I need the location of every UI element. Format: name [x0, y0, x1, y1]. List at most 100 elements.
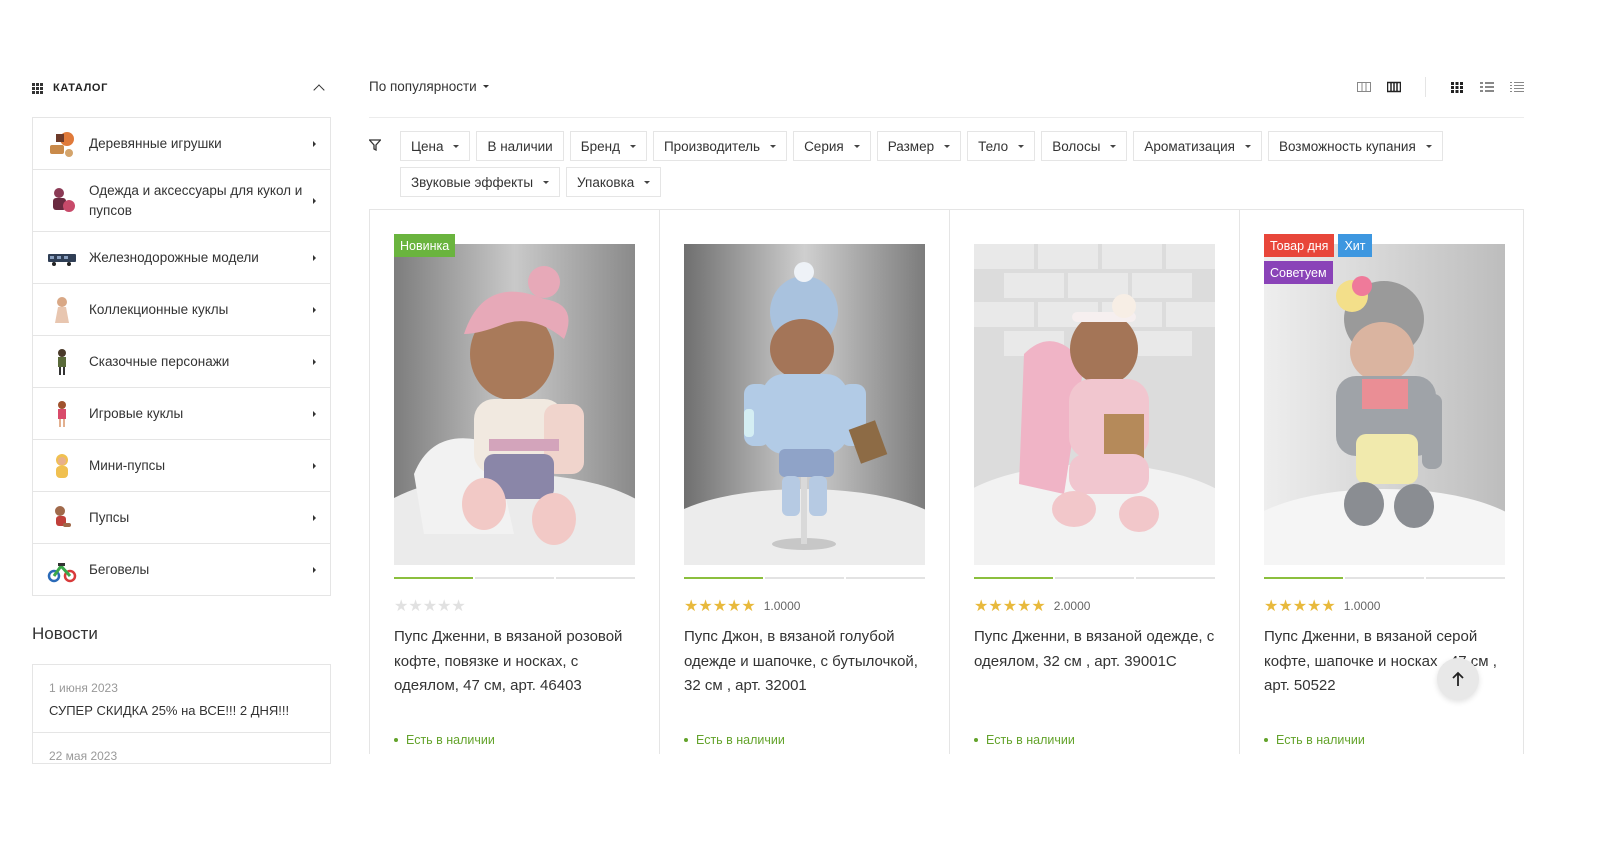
category-item[interactable]: Беговелы [33, 544, 330, 596]
news-text[interactable]: СУПЕР СКИДКА 25% на ВСЕ!!! 2 ДНЯ!!! [49, 703, 314, 718]
chevron-right-icon [313, 514, 316, 521]
table-view-icon[interactable] [1510, 81, 1524, 93]
caret-down-icon [629, 144, 636, 148]
category-label: Одежда и аксессуары для кукол и пупсов [89, 182, 303, 218]
category-item[interactable]: Деревянные игрушки [33, 118, 330, 170]
filter-chip[interactable]: Звуковые эффекты [400, 167, 561, 197]
product-image[interactable] [394, 244, 635, 565]
stock-label: Есть в наличии [1276, 733, 1365, 747]
image-pager[interactable] [394, 577, 635, 579]
rating-value: 2.0000 [1053, 599, 1091, 613]
category-item[interactable]: Коллекционные куклы [33, 284, 330, 336]
mini-baby-icon [47, 451, 77, 481]
product-card[interactable]: Новинка ★★★★★ Пупс Дженни, в вязаной роз… [370, 210, 660, 754]
filter-label: Производитель [663, 138, 761, 154]
grid-view-icon[interactable] [1450, 81, 1464, 93]
sort-bar: По популярности [369, 72, 1524, 118]
category-label: Сказочные персонажи [89, 353, 230, 369]
badge-group: Новинка [394, 234, 534, 257]
view-switcher [1357, 76, 1524, 97]
filter-chip[interactable]: В наличии [476, 131, 564, 161]
category-item[interactable]: Одежда и аксессуары для кукол и пупсов [33, 170, 330, 232]
product-image[interactable] [684, 244, 925, 565]
catalog-header[interactable]: КАТАЛОГ [32, 72, 331, 104]
caret-down-icon [543, 180, 550, 184]
product-image[interactable] [1264, 244, 1505, 565]
filter-label: Звуковые эффекты [411, 174, 534, 190]
category-label: Игровые куклы [89, 405, 184, 421]
news-item[interactable]: 1 июня 2023 СУПЕР СКИДКА 25% на ВСЕ!!! 2… [33, 665, 330, 733]
sidebar: КАТАЛОГ Деревянные игрушки Одежда и аксе… [32, 72, 331, 764]
category-label: Пупсы [89, 509, 130, 525]
image-pager[interactable] [684, 577, 925, 579]
filter-chip[interactable]: Бренд [569, 131, 647, 161]
category-item[interactable]: Мини-пупсы [33, 440, 330, 492]
product-title[interactable]: Пупс Дженни, в вязаной розовой кофте, по… [394, 625, 635, 723]
rating-value: 1.0000 [1343, 599, 1381, 613]
badge-new: Новинка [394, 234, 456, 257]
rating-stars: ★★★★★ [1264, 598, 1336, 615]
chevron-right-icon [313, 566, 316, 573]
product-card[interactable]: ★★★★★ 1.0000 Пупс Джон, в вязаной голубо… [660, 210, 950, 754]
chevron-right-icon [313, 306, 316, 313]
category-item[interactable]: Пупсы [33, 492, 330, 544]
filter-chip[interactable]: Серия [793, 131, 871, 161]
filter-label: Тело [978, 138, 1009, 154]
image-pager[interactable] [1264, 577, 1505, 579]
product-title[interactable]: Пупс Дженни, в вязаной одежде, с одеялом… [974, 625, 1215, 723]
sort-label: По популярности [369, 79, 477, 94]
catalog-title: КАТАЛОГ [53, 82, 108, 94]
filter-label: Серия [804, 138, 844, 154]
filter-chip[interactable]: Волосы [1041, 131, 1128, 161]
baby-doll-icon [47, 503, 77, 533]
caret-down-icon [853, 144, 860, 148]
view-cards-wide-icon[interactable] [1387, 81, 1401, 93]
filter-chip[interactable]: Тело [967, 131, 1036, 161]
filter-chip[interactable]: Возможность купания [1267, 131, 1443, 161]
filter-chip[interactable]: Цена [400, 131, 471, 161]
category-item[interactable]: Железнодорожные модели [33, 232, 330, 284]
category-list: Деревянные игрушки Одежда и аксессуары д… [32, 117, 331, 596]
product-title[interactable]: Пупс Джон, в вязаной голубой одежде и ша… [684, 625, 925, 723]
view-divider [1425, 76, 1426, 97]
sort-dropdown[interactable]: По популярности [369, 79, 489, 94]
filter-chip[interactable]: Производитель [652, 131, 788, 161]
image-pager[interactable] [974, 577, 1215, 579]
product-image[interactable] [974, 244, 1215, 565]
play-doll-icon [47, 399, 77, 429]
chevron-right-icon [313, 462, 316, 469]
caret-down-icon [482, 85, 489, 88]
caret-down-icon [1018, 144, 1025, 148]
product-card[interactable]: Товар дня Хит Советуем ★★★★★ 1.0000 Пупс… [1240, 210, 1529, 754]
product-card[interactable]: ★★★★★ 2.0000 Пупс Дженни, в вязаной одеж… [950, 210, 1240, 754]
filter-label: Цена [411, 138, 444, 154]
scroll-to-top-button[interactable] [1437, 658, 1479, 700]
news-item[interactable]: 22 мая 2023 [33, 733, 330, 763]
stock-status: Есть в наличии [974, 733, 1215, 747]
chevron-right-icon [313, 254, 316, 261]
arrow-up-icon [1452, 671, 1464, 686]
filter-chip[interactable]: Упаковка [566, 167, 662, 197]
filter-label: Возможность купания [1278, 138, 1416, 154]
filter-label: Размер [887, 138, 935, 154]
badge-group: Товар дня Хит Советуем [1264, 234, 1404, 284]
category-item[interactable]: Игровые куклы [33, 388, 330, 440]
category-label: Беговелы [89, 561, 150, 577]
product-catalog: По популярности Цена В наличии Бренд Про… [369, 72, 1524, 754]
fairy-character-icon [47, 347, 77, 377]
rating: ★★★★★ 2.0000 [974, 597, 1215, 615]
stock-label: Есть в наличии [406, 733, 495, 747]
list-view-icon[interactable] [1480, 81, 1494, 93]
category-item[interactable]: Сказочные персонажи [33, 336, 330, 388]
filter-label: Упаковка [577, 174, 635, 190]
rating: ★★★★★ 1.0000 [1264, 597, 1505, 615]
caret-down-icon [944, 144, 951, 148]
balance-bike-icon [47, 555, 77, 585]
caret-down-icon [453, 144, 460, 148]
news-date: 22 мая 2023 [49, 749, 118, 763]
filter-chip[interactable]: Размер [876, 131, 962, 161]
chevron-up-icon[interactable] [313, 84, 325, 96]
filter-chip[interactable]: Ароматизация [1133, 131, 1262, 161]
collectible-doll-icon [47, 295, 77, 325]
view-cards-compact-icon[interactable] [1357, 81, 1371, 93]
